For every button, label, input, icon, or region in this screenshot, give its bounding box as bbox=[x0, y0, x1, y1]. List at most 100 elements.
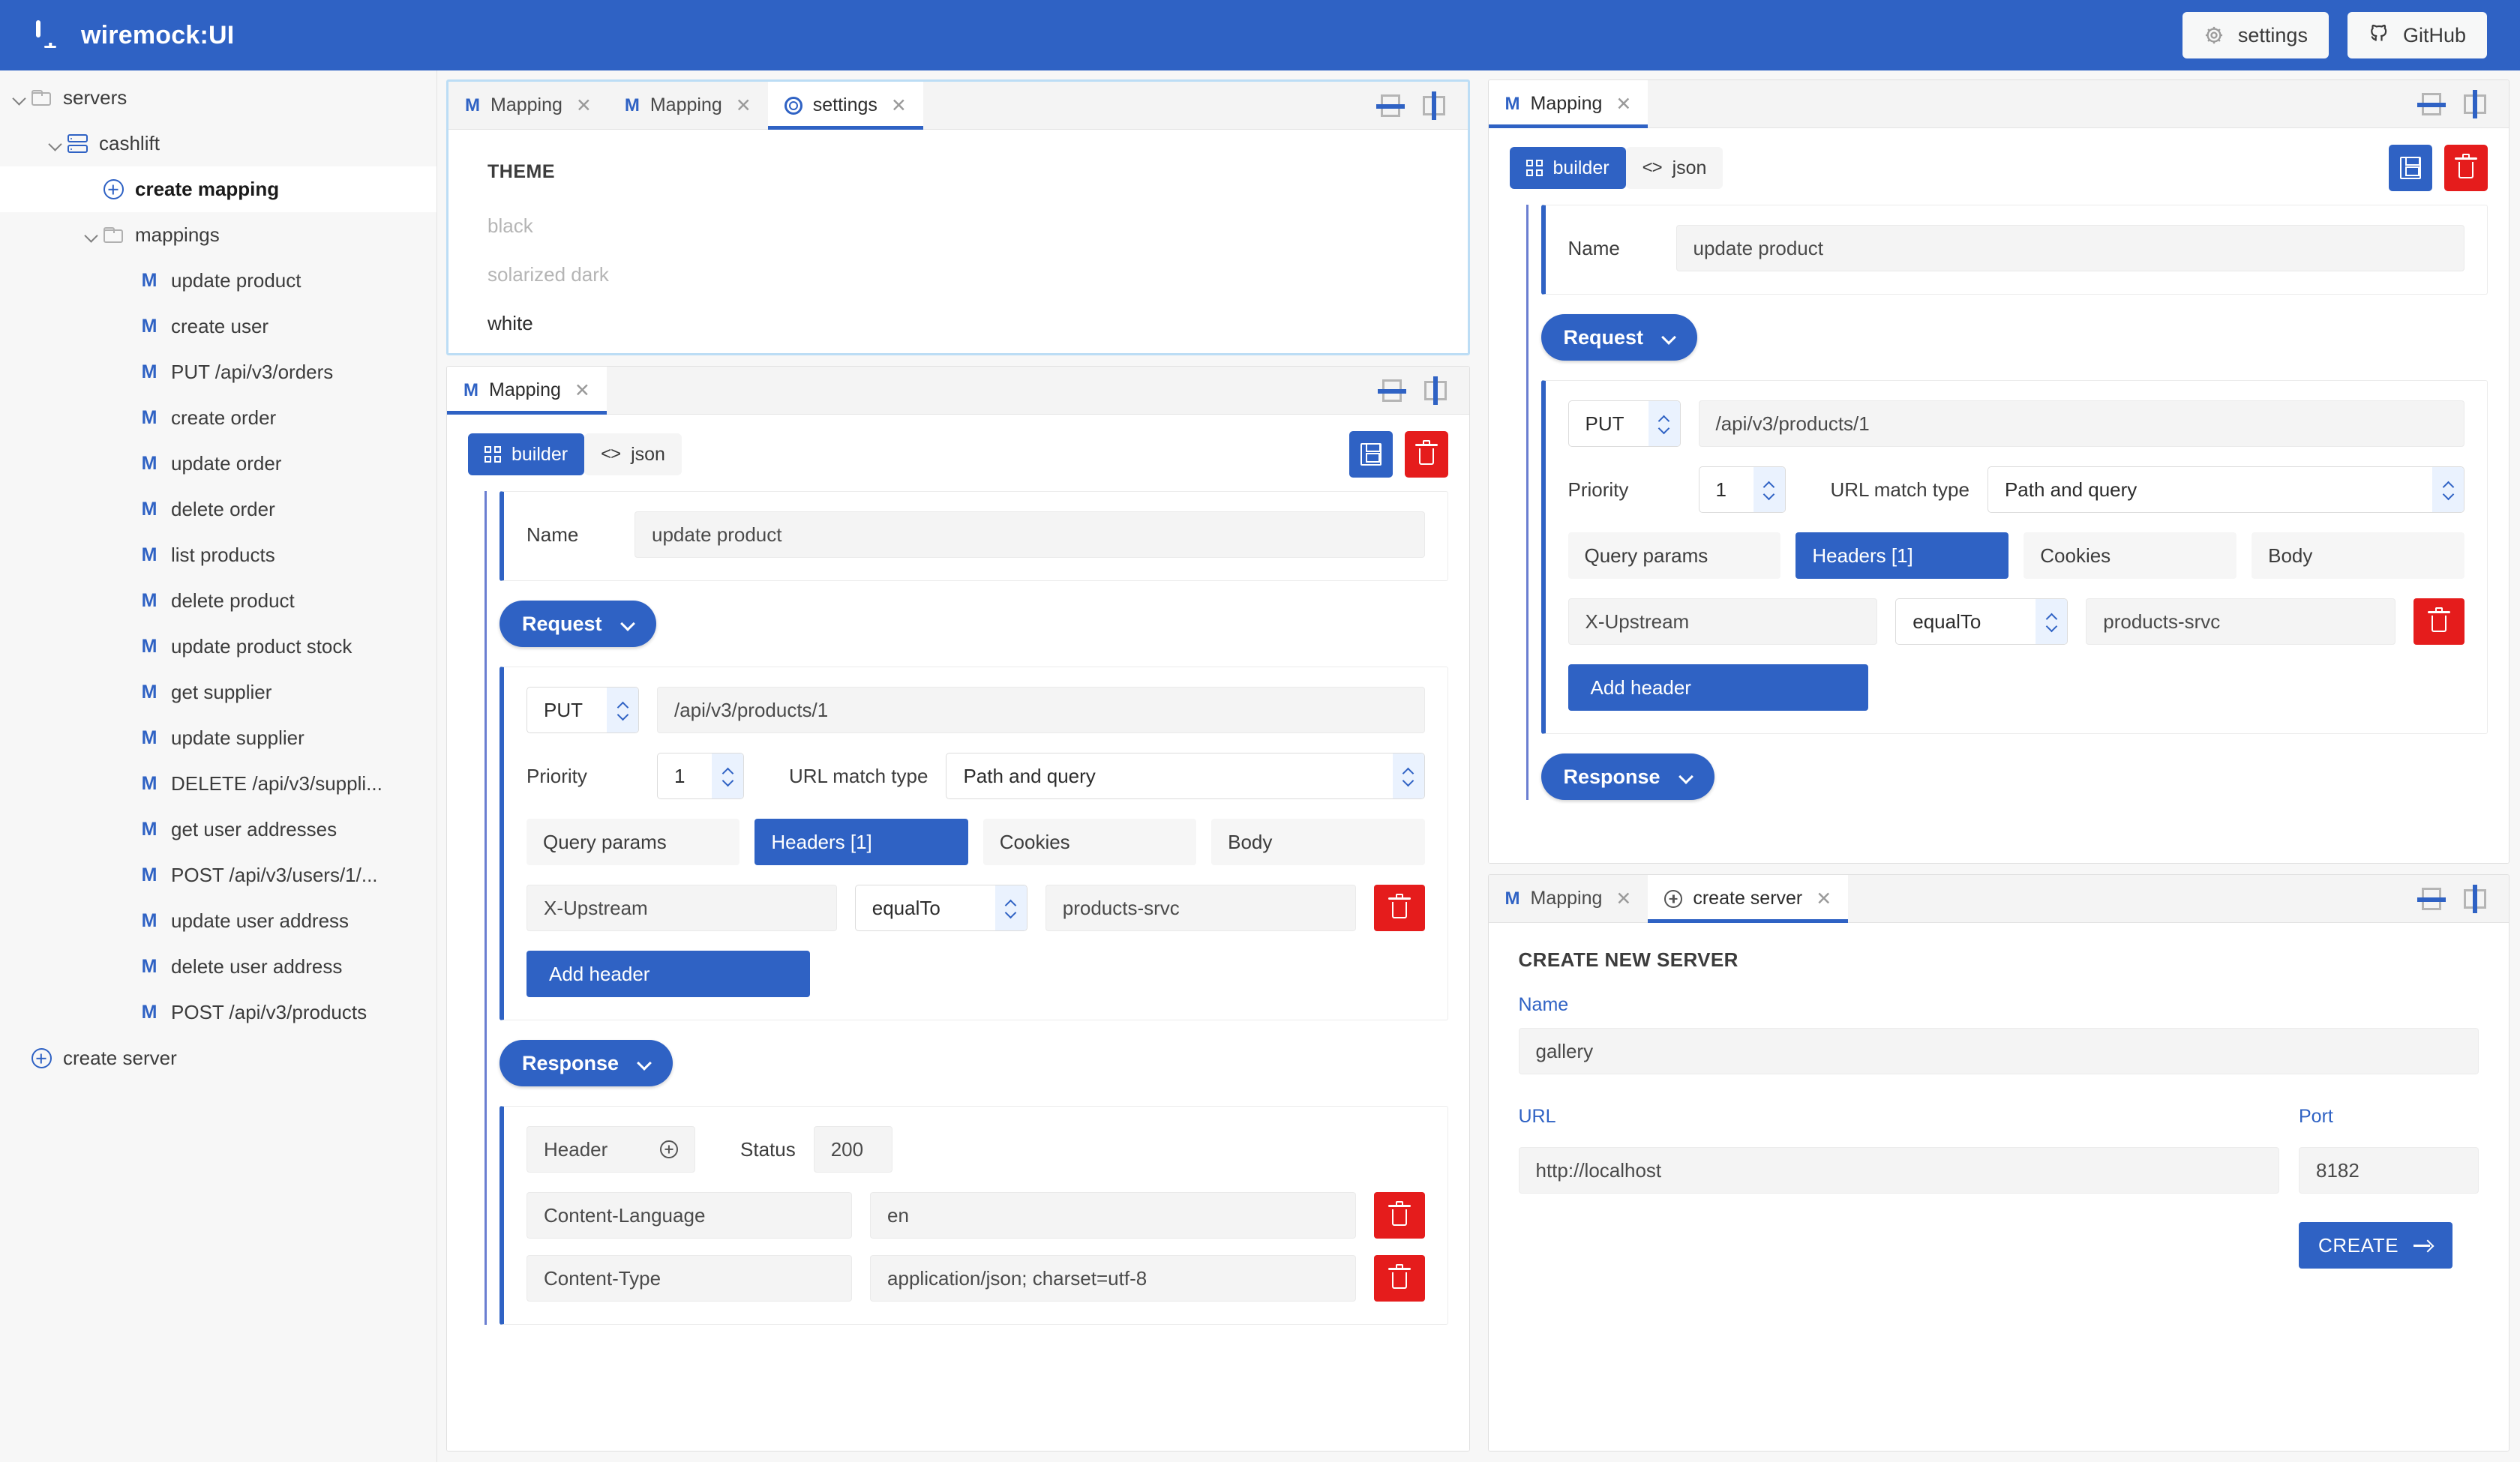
theme-option-solarized-dark[interactable]: solarized dark bbox=[488, 263, 1429, 286]
close-icon[interactable]: ✕ bbox=[574, 379, 590, 402]
sidebar-item-update-supplier[interactable]: Mupdate supplier bbox=[0, 715, 436, 761]
delete-mapping-button-right[interactable] bbox=[2444, 145, 2488, 191]
close-icon[interactable]: ✕ bbox=[736, 94, 752, 117]
settings-button[interactable]: settings bbox=[2182, 12, 2329, 58]
add-header-button-right[interactable]: Add header bbox=[1568, 664, 1868, 711]
theme-option-white[interactable]: white bbox=[488, 312, 1429, 335]
split-horizontal-icon[interactable] bbox=[1378, 93, 1403, 118]
header-operator-select-middle[interactable]: equalTo bbox=[855, 885, 1028, 931]
url-match-select-middle[interactable]: Path and query bbox=[946, 753, 1424, 799]
sidebar-item-get-supplier[interactable]: Mget supplier bbox=[0, 670, 436, 715]
sidebar-item-update-user-address[interactable]: Mupdate user address bbox=[0, 898, 436, 944]
header-name-input-middle[interactable]: X-Upstream bbox=[526, 885, 837, 931]
close-icon[interactable]: ✕ bbox=[891, 94, 907, 117]
request-subtab-cookies[interactable]: Cookies bbox=[983, 819, 1196, 865]
sidebar-item-create-order[interactable]: Mcreate order bbox=[0, 395, 436, 441]
status-input-middle[interactable]: 200 bbox=[814, 1126, 892, 1173]
request-subtab-cookies[interactable]: Cookies bbox=[2024, 532, 2236, 579]
sidebar-item-post-api-v3-products[interactable]: MPOST /api/v3/products bbox=[0, 990, 436, 1035]
split-vertical-icon[interactable] bbox=[2462, 91, 2488, 117]
close-icon[interactable]: ✕ bbox=[1816, 888, 1832, 910]
delete-response-header-1-middle[interactable] bbox=[1374, 1192, 1425, 1239]
delete-mapping-button[interactable] bbox=[1405, 431, 1448, 478]
response-section-toggle-middle[interactable]: Response bbox=[500, 1040, 673, 1086]
response-section-toggle-right[interactable]: Response bbox=[1541, 753, 1714, 800]
tab-mapping[interactable]: MMapping✕ bbox=[447, 367, 607, 414]
header-operator-select-right[interactable]: equalTo bbox=[1895, 598, 2068, 645]
chevron-down-icon[interactable] bbox=[46, 134, 66, 154]
tab-mapping[interactable]: MMapping✕ bbox=[1489, 875, 1648, 922]
delete-response-header-2-middle[interactable] bbox=[1374, 1255, 1425, 1302]
request-subtab-headers-1[interactable]: Headers [1] bbox=[1796, 532, 2008, 579]
sidebar-item-create-user[interactable]: Mcreate user bbox=[0, 304, 436, 349]
request-subtab-query-params[interactable]: Query params bbox=[526, 819, 740, 865]
split-vertical-icon[interactable] bbox=[1423, 378, 1448, 403]
sidebar-item-mappings[interactable]: mappings bbox=[0, 212, 436, 258]
name-input-middle[interactable]: update product bbox=[634, 511, 1425, 558]
split-vertical-icon[interactable] bbox=[1421, 93, 1447, 118]
server-url-input[interactable]: http://localhost bbox=[1519, 1147, 2280, 1194]
add-response-header-icon[interactable] bbox=[660, 1140, 678, 1158]
sidebar-item-cashlift[interactable]: cashlift bbox=[0, 121, 436, 166]
sidebar-item-list-products[interactable]: Mlist products bbox=[0, 532, 436, 578]
response-header-value-2-middle[interactable]: application/json; charset=utf-8 bbox=[870, 1255, 1355, 1302]
sidebar-item-create-mapping[interactable]: create mapping bbox=[0, 166, 436, 212]
tab-mapping[interactable]: MMapping✕ bbox=[1489, 80, 1648, 127]
tab-mapping[interactable]: MMapping✕ bbox=[608, 82, 768, 129]
request-subtab-headers-1[interactable]: Headers [1] bbox=[754, 819, 968, 865]
response-header-value-1-middle[interactable]: en bbox=[870, 1192, 1355, 1239]
request-section-toggle-middle[interactable]: Request bbox=[500, 601, 656, 647]
priority-stepper-middle[interactable]: 1 bbox=[657, 753, 744, 799]
save-mapping-button-right[interactable] bbox=[2389, 145, 2432, 191]
request-subtab-body[interactable]: Body bbox=[1211, 819, 1424, 865]
server-port-input[interactable]: 8182 bbox=[2299, 1147, 2479, 1194]
header-value-input-right[interactable]: products-srvc bbox=[2086, 598, 2396, 645]
create-server-button[interactable]: CREATE bbox=[2299, 1222, 2452, 1269]
sidebar-item-delete-api-v3-suppli[interactable]: MDELETE /api/v3/suppli... bbox=[0, 761, 436, 807]
name-input-right[interactable]: update product bbox=[1676, 225, 2465, 271]
request-section-toggle-right[interactable]: Request bbox=[1541, 314, 1698, 361]
request-subtab-body[interactable]: Body bbox=[2252, 532, 2464, 579]
sidebar-item-put-api-v3-orders[interactable]: MPUT /api/v3/orders bbox=[0, 349, 436, 395]
delete-request-header-button-middle[interactable] bbox=[1374, 885, 1425, 931]
sidebar-item-update-product[interactable]: Mupdate product bbox=[0, 258, 436, 304]
chevron-down-icon[interactable] bbox=[10, 88, 30, 108]
header-name-input-right[interactable]: X-Upstream bbox=[1568, 598, 1878, 645]
header-value-input-middle[interactable]: products-srvc bbox=[1046, 885, 1356, 931]
builder-mode-button-right[interactable]: builder bbox=[1510, 147, 1626, 189]
close-icon[interactable]: ✕ bbox=[1616, 93, 1631, 115]
url-match-select-right[interactable]: Path and query bbox=[1988, 466, 2464, 513]
response-header-name-2-middle[interactable]: Content-Type bbox=[526, 1255, 852, 1302]
priority-stepper-right[interactable]: 1 bbox=[1699, 466, 1786, 513]
github-button[interactable]: GitHub bbox=[2348, 12, 2487, 58]
close-icon[interactable]: ✕ bbox=[1616, 888, 1631, 910]
tab-create-server[interactable]: create server✕ bbox=[1648, 875, 1848, 922]
split-vertical-icon[interactable] bbox=[2462, 886, 2488, 912]
add-header-button-middle[interactable]: Add header bbox=[526, 951, 810, 997]
theme-option-black[interactable]: black bbox=[488, 214, 1429, 238]
split-horizontal-icon[interactable] bbox=[2419, 886, 2444, 912]
response-header-add-row-middle[interactable]: Header bbox=[526, 1126, 695, 1173]
sidebar-item-update-order[interactable]: Mupdate order bbox=[0, 441, 436, 487]
method-select-middle[interactable]: PUT bbox=[526, 687, 639, 733]
chevron-down-icon[interactable] bbox=[82, 226, 102, 245]
url-input-right[interactable]: /api/v3/products/1 bbox=[1699, 400, 2465, 447]
delete-request-header-button-right[interactable] bbox=[2414, 598, 2464, 645]
sidebar-item-delete-user-address[interactable]: Mdelete user address bbox=[0, 944, 436, 990]
sidebar-item-update-product-stock[interactable]: Mupdate product stock bbox=[0, 624, 436, 670]
sidebar-item-create-server[interactable]: create server bbox=[0, 1035, 436, 1081]
sidebar-item-servers[interactable]: servers bbox=[0, 75, 436, 121]
url-input-middle[interactable]: /api/v3/products/1 bbox=[657, 687, 1425, 733]
json-mode-button-right[interactable]: <> json bbox=[1626, 147, 1724, 189]
tab-mapping[interactable]: MMapping✕ bbox=[448, 82, 608, 129]
json-mode-button[interactable]: <> json bbox=[584, 433, 682, 475]
sidebar-item-delete-order[interactable]: Mdelete order bbox=[0, 487, 436, 532]
save-mapping-button[interactable] bbox=[1349, 431, 1393, 478]
server-name-input[interactable]: gallery bbox=[1519, 1028, 2480, 1074]
sidebar-item-get-user-addresses[interactable]: Mget user addresses bbox=[0, 807, 436, 852]
response-header-name-1-middle[interactable]: Content-Language bbox=[526, 1192, 852, 1239]
split-horizontal-icon[interactable] bbox=[1379, 378, 1405, 403]
tab-settings[interactable]: settings✕ bbox=[768, 82, 923, 129]
sidebar-item-post-api-v3-users-1[interactable]: MPOST /api/v3/users/1/... bbox=[0, 852, 436, 898]
close-icon[interactable]: ✕ bbox=[576, 94, 592, 117]
